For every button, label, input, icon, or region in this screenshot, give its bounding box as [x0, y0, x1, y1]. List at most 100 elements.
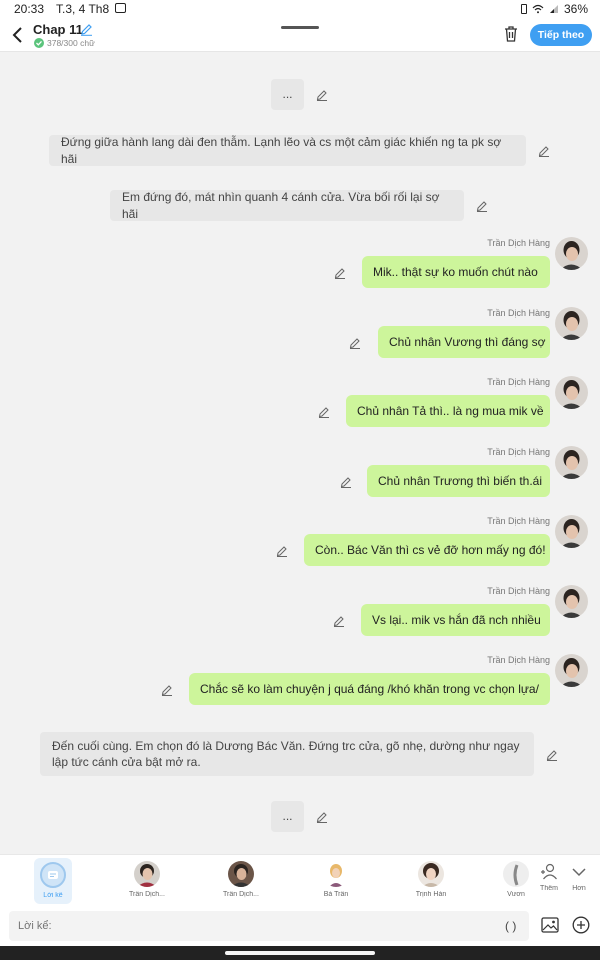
character-item[interactable]: Vươn: [503, 855, 529, 907]
character-label: Trịnh Hàn: [415, 891, 447, 898]
avatar[interactable]: [555, 446, 588, 479]
speaker-name: Trần Dịch Hàng: [487, 586, 550, 596]
image-icon[interactable]: [541, 917, 559, 933]
avatar[interactable]: [555, 654, 588, 687]
edit-pencil-icon[interactable]: [333, 614, 345, 627]
dialogue-text: Mik.. thật sự ko muốn chút nào: [373, 265, 538, 279]
dialogue-text: Vs lại.. mik vs hắn đã nch nhiều: [372, 613, 541, 627]
character-item[interactable]: Trần Dịch...: [211, 855, 271, 907]
next-button[interactable]: Tiếp theo: [530, 24, 592, 46]
edit-pencil-icon[interactable]: [476, 199, 488, 212]
edit-pencil-icon[interactable]: [318, 405, 330, 418]
wifi-icon: [532, 4, 544, 14]
speaker-name: Trần Dịch Hàng: [487, 377, 550, 387]
edit-pencil-icon[interactable]: [276, 544, 288, 557]
dialogue-text: Còn.. Bác Văn thì cs vẻ đỡ hơn mấy ng đó…: [315, 543, 546, 557]
check-icon: [34, 38, 44, 48]
edit-pencil-icon[interactable]: [349, 336, 361, 349]
character-label: Trần Dịch...: [129, 891, 165, 898]
edit-pencil-icon[interactable]: [334, 266, 346, 279]
edit-pencil-icon[interactable]: [316, 88, 328, 101]
character-item[interactable]: Trần Dịch...: [117, 855, 177, 907]
composer: ( ): [0, 906, 600, 946]
avatar: [418, 861, 444, 887]
narration-bubble[interactable]: Đứng giữa hành lang dài đen thẫm. Lạnh l…: [49, 135, 526, 166]
trash-icon[interactable]: [503, 25, 519, 43]
dialogue-bubble[interactable]: Còn.. Bác Văn thì cs vẻ đỡ hơn mấy ng đó…: [304, 534, 550, 566]
edit-title-icon[interactable]: [80, 23, 93, 36]
edit-pencil-icon[interactable]: [538, 144, 550, 157]
dialogue-bubble[interactable]: Vs lại.. mik vs hắn đã nch nhiều: [361, 604, 550, 636]
add-icon[interactable]: [572, 916, 590, 934]
character-label: Vươn: [507, 891, 525, 898]
more-button[interactable]: Hơn: [566, 855, 592, 907]
dialogue-bubble[interactable]: Mik.. thật sự ko muốn chút nào: [362, 256, 550, 288]
character-label: Thêm: [540, 885, 558, 892]
avatar[interactable]: [555, 515, 588, 548]
narration-text: Em đứng đó, mát nhìn quanh 4 cánh cửa. V…: [122, 190, 440, 221]
story-feed[interactable]: ... Đứng giữa hành lang dài đen thẫm. Lạ…: [0, 52, 600, 854]
status-time: 20:33: [14, 2, 45, 16]
gallery-icon: [115, 3, 126, 13]
narration-icon: [40, 862, 66, 888]
narration-text: Đứng giữa hành lang dài đen thẫm. Lạnh l…: [61, 135, 502, 166]
dialogue-bubble[interactable]: Chủ nhân Tả thì.. là ng mua mik về: [346, 395, 550, 427]
battery-saver-icon: [520, 4, 527, 14]
edit-pencil-icon[interactable]: [546, 748, 558, 761]
edit-pencil-icon[interactable]: [316, 810, 328, 823]
word-count: 378/300 chữ: [34, 38, 95, 48]
avatar[interactable]: [555, 307, 588, 340]
narration-text: Đến cuối cùng. Em chọn đó là Dương Bác V…: [52, 738, 520, 769]
avatar: [503, 861, 529, 887]
back-icon[interactable]: [10, 25, 26, 45]
avatar: [134, 861, 160, 887]
edit-pencil-icon[interactable]: [161, 683, 173, 696]
avatar: [228, 861, 254, 887]
dialogue-text: Chủ nhân Trương thì biến th.ái: [378, 474, 543, 488]
system-nav-bar: [0, 946, 600, 960]
character-selector: Lời kể Trần Dịch... Trần Dịch... Bà Trần…: [0, 854, 600, 906]
add-character-button[interactable]: Thêm: [536, 855, 562, 907]
narration-text: ...: [282, 809, 293, 824]
avatar[interactable]: [555, 585, 588, 618]
narration-bubble[interactable]: ...: [271, 79, 304, 110]
battery-percent: 36%: [563, 2, 588, 16]
speaker-name: Trần Dịch Hàng: [487, 308, 550, 318]
speaker-name: Trần Dịch Hàng: [487, 655, 550, 665]
dialogue-text: Chắc sẽ ko làm chuyện j quá đáng /khó kh…: [200, 682, 539, 696]
avatar[interactable]: [555, 237, 588, 270]
status-date: T.3, 4 Th8: [56, 2, 110, 16]
dialogue-bubble[interactable]: Chủ nhân Trương thì biến th.ái: [367, 465, 550, 497]
word-count-text: 378/300 chữ: [47, 38, 95, 48]
status-bar: 20:33 T.3, 4 Th8 36%: [0, 0, 600, 18]
avatar[interactable]: [555, 376, 588, 409]
narration-bubble[interactable]: Em đứng đó, mát nhìn quanh 4 cánh cửa. V…: [110, 190, 464, 221]
character-narration[interactable]: Lời kể: [34, 858, 72, 904]
narration-bubble[interactable]: Đến cuối cùng. Em chọn đó là Dương Bác V…: [40, 732, 534, 776]
speaker-name: Trần Dịch Hàng: [487, 447, 550, 457]
speaker-name: Trần Dịch Hàng: [487, 238, 550, 248]
character-label: Bà Trần: [323, 891, 349, 898]
speaker-name: Trần Dịch Hàng: [487, 516, 550, 526]
dialogue-bubble[interactable]: Chắc sẽ ko làm chuyện j quá đáng /khó kh…: [189, 673, 550, 705]
editor-header: Chap 11 378/300 chữ Tiếp theo: [0, 18, 600, 52]
dialogue-bubble[interactable]: Chủ nhân Vương thì đáng sợ: [378, 326, 550, 358]
chapter-title[interactable]: Chap 11: [33, 22, 83, 37]
narration-input[interactable]: [9, 911, 529, 941]
narration-bubble[interactable]: ...: [271, 801, 304, 832]
drag-handle[interactable]: [281, 26, 319, 29]
status-right: 36%: [520, 2, 588, 16]
avatar: [323, 861, 349, 887]
character-label: Trần Dịch...: [223, 891, 259, 898]
home-indicator[interactable]: [225, 951, 375, 955]
parentheses-button[interactable]: ( ): [505, 919, 516, 933]
narration-text: ...: [282, 87, 293, 102]
character-label: Lời kể: [43, 892, 63, 899]
dialogue-text: Chủ nhân Vương thì đáng sợ: [389, 335, 546, 349]
edit-pencil-icon[interactable]: [340, 475, 352, 488]
character-label: Hơn: [572, 885, 586, 892]
dialogue-text: Chủ nhân Tả thì.. là ng mua mik về: [357, 404, 544, 418]
chevron-down-icon: [572, 868, 586, 877]
character-item[interactable]: Bà Trần: [306, 855, 366, 907]
character-item[interactable]: Trịnh Hàn: [401, 855, 461, 907]
